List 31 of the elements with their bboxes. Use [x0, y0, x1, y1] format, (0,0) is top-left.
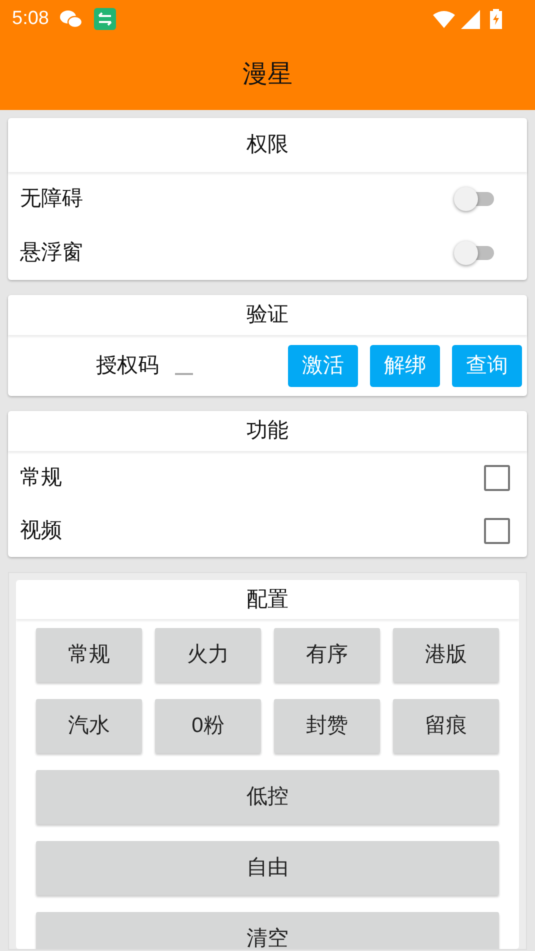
- feature-label: 视频: [20, 518, 63, 544]
- config-button[interactable]: 常规: [36, 628, 142, 682]
- config-button[interactable]: 封赞: [274, 699, 380, 753]
- config-button[interactable]: 低控: [36, 770, 499, 824]
- status-time: 5:08: [12, 6, 49, 31]
- config-button[interactable]: 0粉: [155, 699, 261, 753]
- card-title: 验证: [8, 295, 527, 335]
- setting-label: 无障碍: [20, 186, 84, 212]
- app-title: 漫星: [242, 59, 294, 90]
- chat-icon: [59, 9, 84, 29]
- app-icon: [94, 8, 116, 30]
- battery-icon: [490, 9, 502, 29]
- card-title: 配置: [16, 580, 519, 619]
- feature-label: 常规: [20, 464, 63, 491]
- card-title: 功能: [8, 411, 527, 451]
- card-title: 权限: [8, 118, 527, 172]
- signal-icon: [460, 10, 480, 28]
- toggle-switch[interactable]: [454, 187, 494, 211]
- checkbox[interactable]: [484, 518, 510, 544]
- config-button[interactable]: 有序: [274, 628, 380, 682]
- toggle-switch[interactable]: [454, 241, 494, 265]
- setting-label: 悬浮窗: [20, 240, 84, 266]
- config-button[interactable]: 留痕: [393, 699, 499, 753]
- config-button[interactable]: 火力: [155, 628, 261, 682]
- field-label: 授权码: [96, 352, 159, 379]
- checkbox[interactable]: [484, 464, 510, 490]
- config-button[interactable]: 汽水: [36, 699, 142, 753]
- config-button[interactable]: 清空: [36, 912, 499, 949]
- wifi-icon: [433, 10, 456, 28]
- config-button[interactable]: 港版: [393, 628, 499, 682]
- config-button[interactable]: 自由: [36, 841, 499, 895]
